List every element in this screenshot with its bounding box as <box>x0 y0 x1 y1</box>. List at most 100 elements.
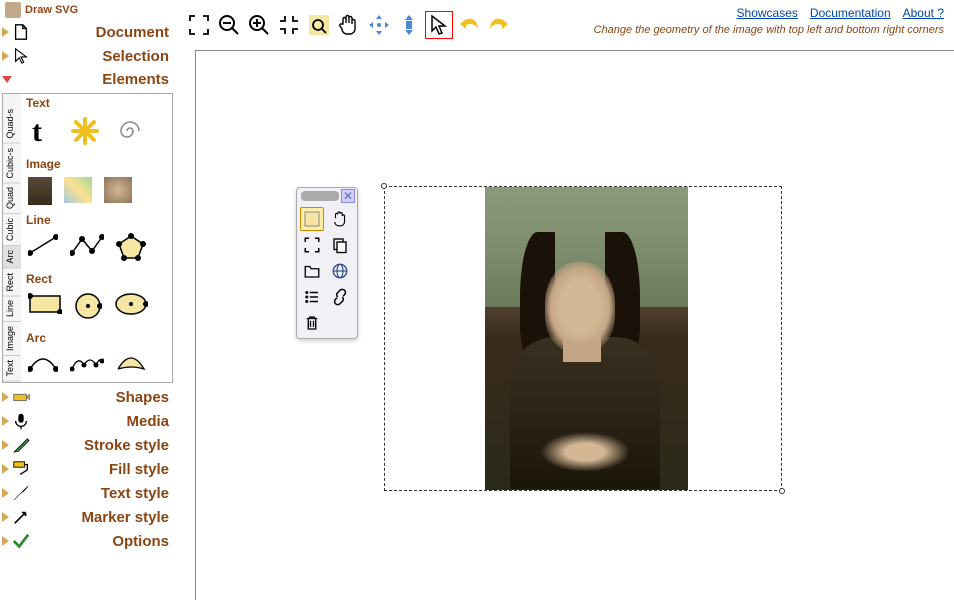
multi-arc-tool-icon[interactable] <box>70 351 104 376</box>
pan-hand-icon[interactable] <box>335 11 363 39</box>
showcases-link[interactable]: Showcases <box>737 6 798 20</box>
menu-media[interactable]: Media <box>0 409 175 433</box>
canvas[interactable]: ✕ <box>195 50 954 600</box>
panel-drag-handle[interactable]: ✕ <box>297 188 357 204</box>
app-logo-icon <box>5 2 21 18</box>
floating-tools-panel: ✕ <box>296 187 358 339</box>
ellipse-tool-icon[interactable] <box>114 292 148 323</box>
tab-line[interactable]: Line <box>3 296 21 322</box>
list-icon[interactable] <box>300 285 324 309</box>
sidebar: Draw SVG Document Selection Elements Tex… <box>0 0 175 600</box>
mona-lisa-image[interactable] <box>485 187 688 490</box>
trash-icon[interactable] <box>300 311 324 335</box>
expand-icon <box>2 440 9 450</box>
tab-image[interactable]: Image <box>3 322 21 356</box>
menu-document[interactable]: Document <box>0 20 175 44</box>
tab-quad[interactable]: Quad <box>3 183 21 214</box>
element-category-tabs: Text Image Line Rect Arc Cubic Quad Cubi… <box>3 94 21 382</box>
close-panel-icon[interactable]: ✕ <box>341 189 355 203</box>
move-icon[interactable] <box>365 11 393 39</box>
paint-roller-icon <box>12 460 30 478</box>
collapse-icon[interactable] <box>275 11 303 39</box>
tab-arc[interactable]: Arc <box>3 246 21 269</box>
menu-selection[interactable]: Selection <box>0 44 175 68</box>
copy-icon[interactable] <box>328 233 352 257</box>
polygon-tool-icon[interactable] <box>116 233 146 264</box>
fit-view-icon[interactable] <box>300 233 324 257</box>
about-link[interactable]: About ? <box>903 6 944 20</box>
tab-quad-s[interactable]: Quad-s <box>3 105 21 144</box>
menu-options[interactable]: Options <box>0 529 175 553</box>
section-line-title: Line <box>26 213 167 227</box>
section-image-title: Image <box>26 157 167 171</box>
expand-icon <box>2 27 9 37</box>
zoom-fit-icon[interactable] <box>185 11 213 39</box>
arc-tool-icon[interactable] <box>28 351 58 376</box>
undo-icon[interactable] <box>455 11 483 39</box>
starburst-icon[interactable] <box>70 116 100 149</box>
drag-grip-icon <box>301 191 339 201</box>
zoom-in-icon[interactable] <box>245 11 273 39</box>
microphone-icon <box>12 412 30 430</box>
zoom-region-icon[interactable] <box>305 11 333 39</box>
text-tool-icon[interactable]: t <box>28 116 58 149</box>
tab-rect[interactable]: Rect <box>3 269 21 297</box>
section-rect-title: Rect <box>26 272 167 286</box>
arrow-icon <box>12 508 30 526</box>
image-thumb-3[interactable] <box>104 177 132 205</box>
menu-elements[interactable]: Elements <box>0 68 175 91</box>
resize-vertical-icon[interactable] <box>395 11 423 39</box>
menu-label: Fill style <box>109 461 173 478</box>
menu-label: Marker style <box>81 509 173 526</box>
menu-shapes[interactable]: Shapes <box>0 385 175 409</box>
documentation-link[interactable]: Documentation <box>810 6 891 20</box>
globe-icon[interactable] <box>328 259 352 283</box>
link-icon[interactable] <box>328 285 352 309</box>
line-tool-icon[interactable] <box>28 233 58 264</box>
image-selection[interactable] <box>384 186 782 491</box>
menu-text-style[interactable]: Text style <box>0 481 175 505</box>
resize-handle-tl[interactable] <box>381 183 387 189</box>
tab-cubic-s[interactable]: Cubic-s <box>3 144 21 184</box>
app-title: Draw SVG <box>25 4 78 16</box>
elements-content: Text t Image Line <box>21 94 172 382</box>
main-area: Showcases Documentation About ? Change t… <box>175 0 954 600</box>
shapes-icon <box>12 388 30 406</box>
pointer-icon <box>12 47 30 65</box>
closed-arc-tool-icon[interactable] <box>116 351 146 376</box>
polyline-tool-icon[interactable] <box>70 233 104 264</box>
tab-cubic[interactable]: Cubic <box>3 214 21 246</box>
document-icon <box>12 23 30 41</box>
quill-icon <box>12 484 30 502</box>
circle-tool-icon[interactable] <box>74 292 102 323</box>
menu-label: Elements <box>102 71 173 88</box>
pointer-select-icon[interactable] <box>425 11 453 39</box>
menu-label: Options <box>112 533 173 550</box>
pencil-icon <box>12 436 30 454</box>
expand-icon <box>2 51 9 61</box>
menu-label: Shapes <box>116 389 173 406</box>
resize-handle-br[interactable] <box>779 488 785 494</box>
menu-fill[interactable]: Fill style <box>0 457 175 481</box>
elements-panel: Text Image Line Rect Arc Cubic Quad Cubi… <box>2 93 173 383</box>
menu-label: Media <box>126 413 173 430</box>
expand-icon <box>2 464 9 474</box>
menu-stroke[interactable]: Stroke style <box>0 433 175 457</box>
collapse-icon <box>2 76 12 83</box>
folder-icon[interactable] <box>300 259 324 283</box>
expand-icon <box>2 416 9 426</box>
spiral-icon[interactable] <box>112 116 142 149</box>
image-thumb-2[interactable] <box>64 177 92 205</box>
move-hand-icon[interactable] <box>328 207 352 231</box>
rect-tool-icon[interactable] <box>28 292 62 323</box>
menu-marker[interactable]: Marker style <box>0 505 175 529</box>
section-text-title: Text <box>26 96 167 110</box>
app-header: Draw SVG <box>0 0 175 20</box>
zoom-out-icon[interactable] <box>215 11 243 39</box>
redo-icon[interactable] <box>485 11 513 39</box>
menu-label: Selection <box>102 48 173 65</box>
image-thumb-1[interactable] <box>28 177 52 205</box>
tab-text[interactable]: Text <box>3 356 21 382</box>
expand-icon <box>2 392 9 402</box>
select-geometry-icon[interactable] <box>300 207 324 231</box>
